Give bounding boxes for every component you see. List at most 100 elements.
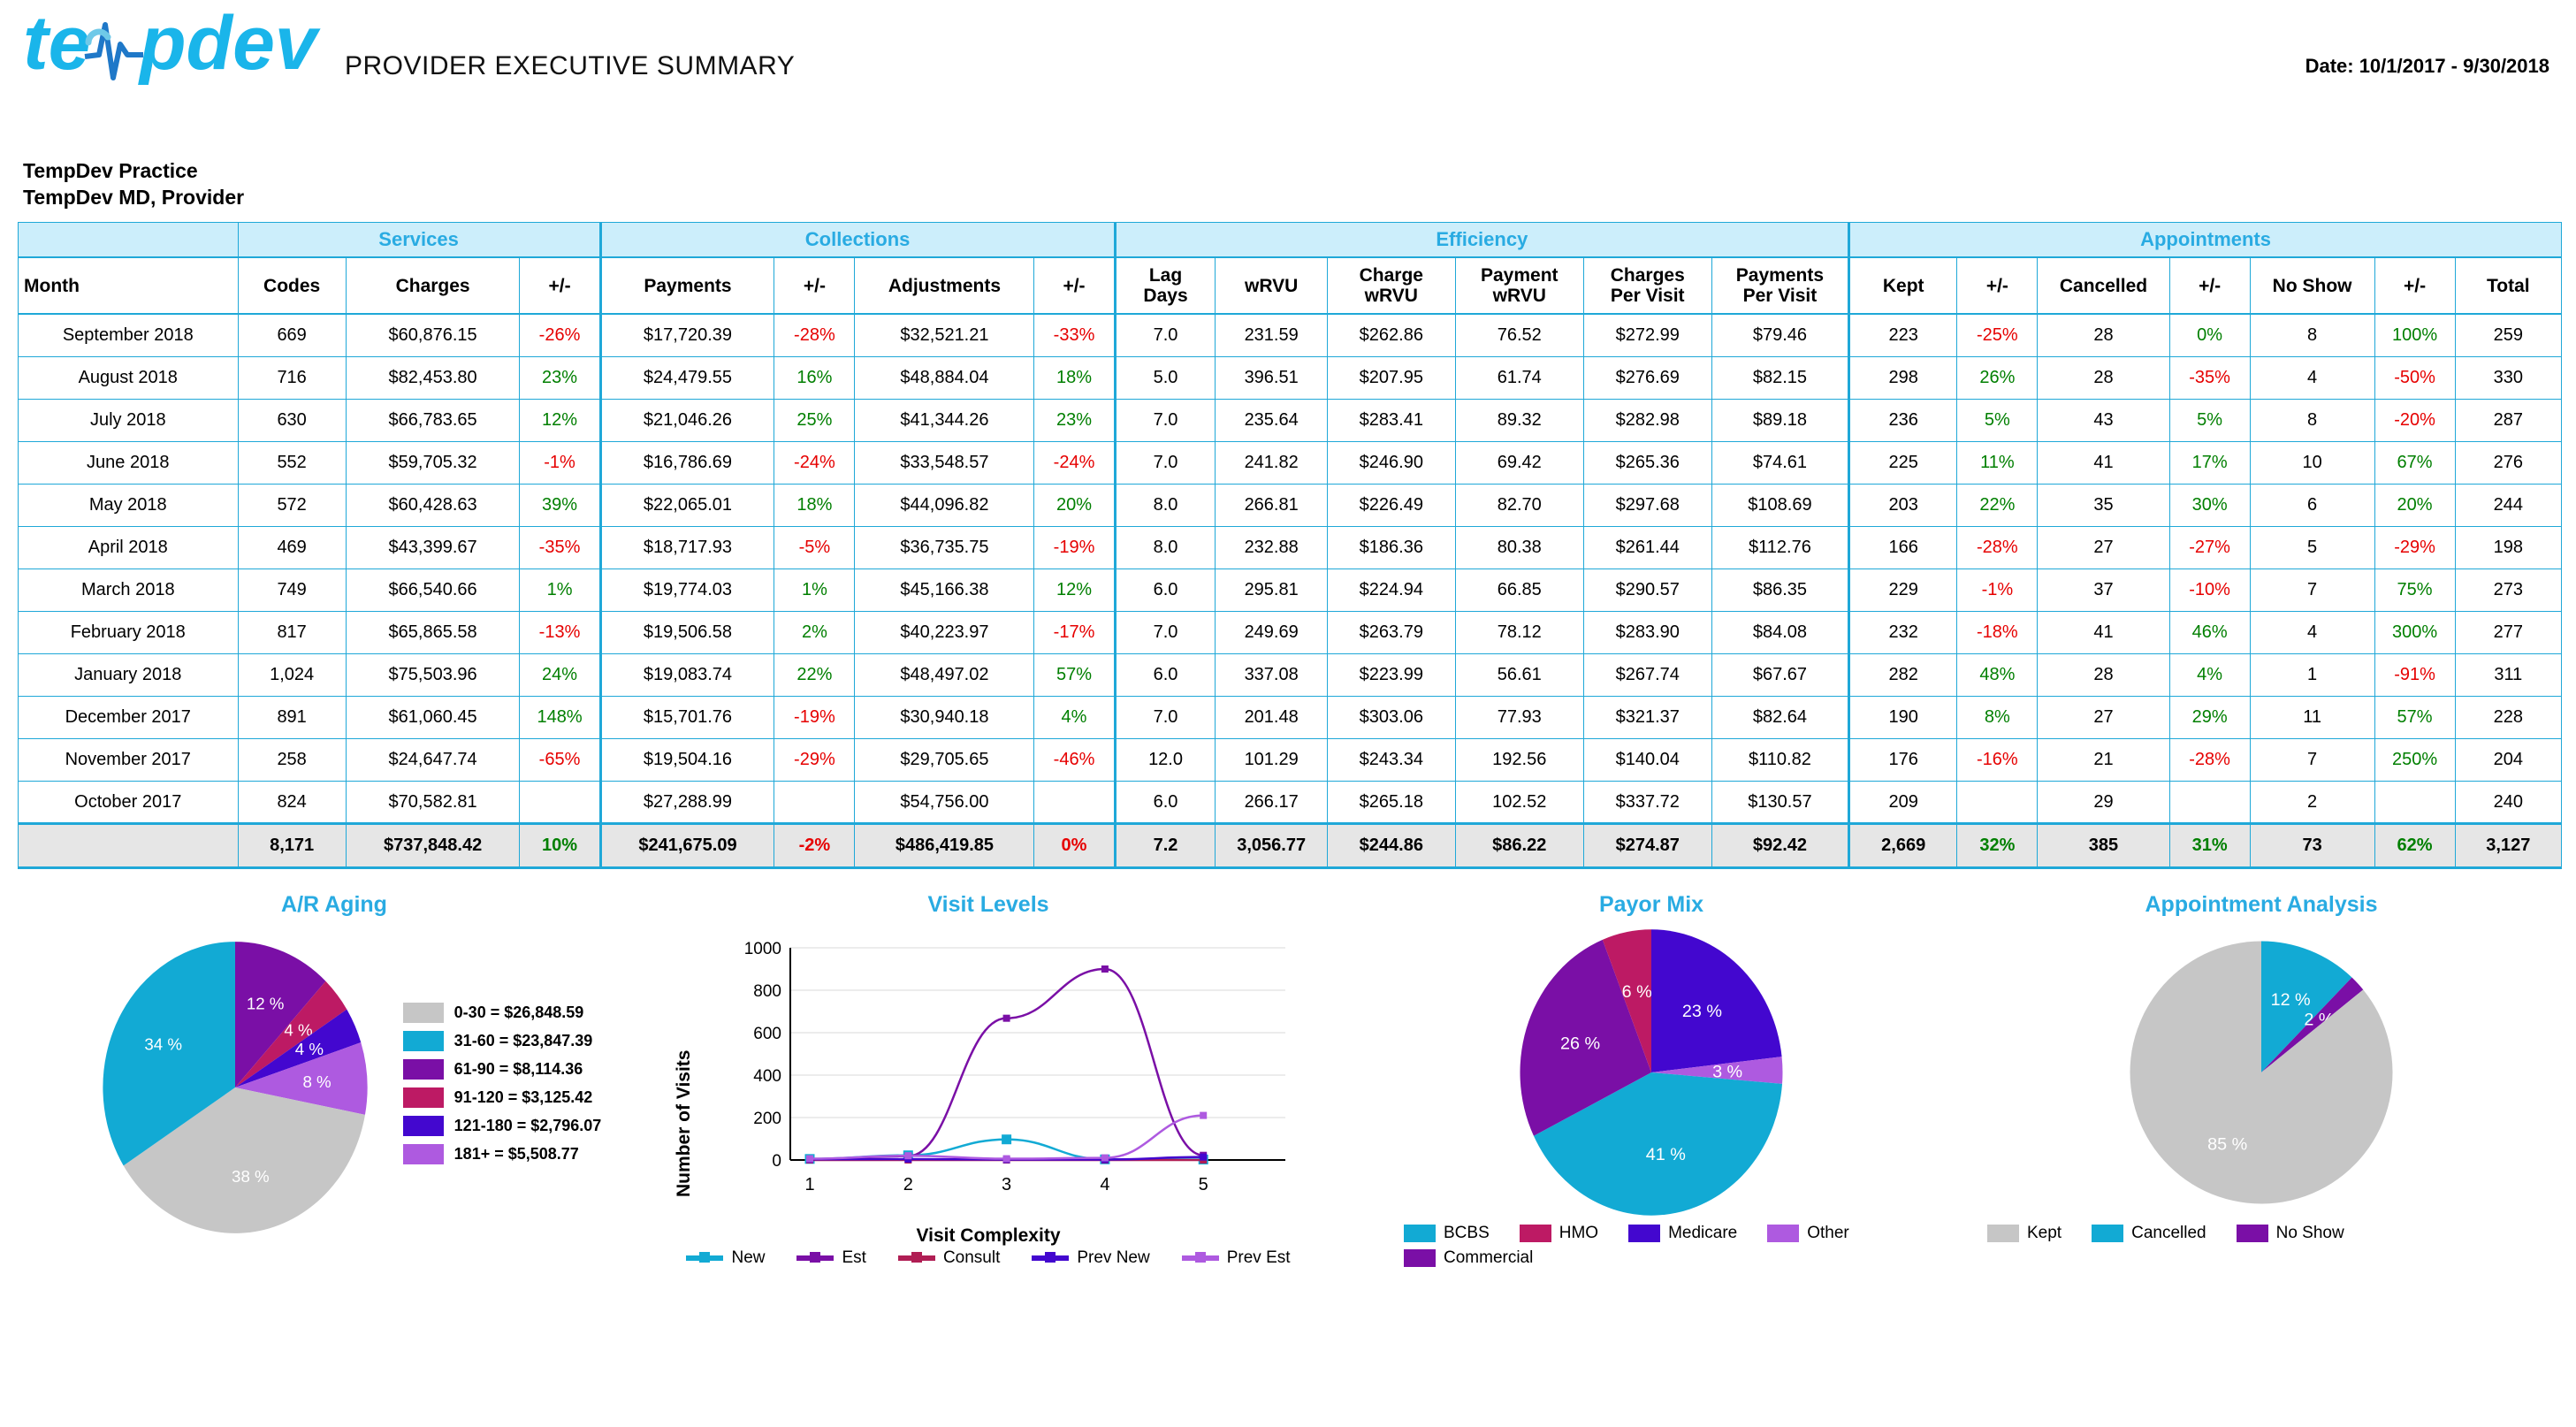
cell-charge-wrvu: $186.36 [1326, 525, 1456, 569]
cell-payments-per-visit: $84.08 [1711, 610, 1850, 654]
cell-adjustments: $36,735.75 [854, 525, 1035, 569]
provider-summary-table: Services Collections Efficiency Appointm… [18, 221, 2563, 869]
table-totals-row: 8,171 $737,848.42 10% $241,675.09 -2% $486,41… [18, 821, 2563, 869]
cell-charge-wrvu: $263.79 [1326, 610, 1456, 654]
practice-info: TempDev Practice TempDev MD, Provider [23, 157, 2560, 211]
legend-label: Kept [2027, 1223, 2062, 1242]
cell-total: 277 [2454, 610, 2563, 654]
y-axis-tick: 1000 [744, 940, 781, 958]
cell-adjustments: $48,497.02 [854, 652, 1035, 697]
pie-slice-label: 26 % [1560, 1034, 1600, 1053]
cell-no-show-delta: 75% [2374, 568, 2456, 612]
cell-codes: 716 [237, 355, 347, 400]
cell-adjustments: $486,419.85 [854, 821, 1035, 869]
cell-cancelled-delta: -10% [2168, 568, 2251, 612]
cell-charges-per-visit: $282.98 [1582, 398, 1712, 442]
cell-lag-days: 8.0 [1113, 525, 1216, 569]
group-header-collections: Collections [598, 221, 1116, 259]
column-header-lag-days: Lag Days [1113, 256, 1216, 316]
pie-slice-label: 8 % [302, 1072, 331, 1091]
cell-charges-delta: -1% [519, 440, 601, 485]
payor-mix-pie: 23 %3 %41 %26 %6 % [1520, 929, 1783, 1216]
column-header-wrvu: wRVU [1215, 256, 1328, 316]
cell-total: 240 [2454, 780, 2563, 824]
cell-no-show-delta: 67% [2374, 440, 2456, 485]
cell-payments-per-visit: $92.42 [1711, 821, 1850, 869]
cell-cancelled: 37 [2037, 568, 2170, 612]
cell-cancelled: 41 [2037, 610, 2170, 654]
column-header-cancelled-delta: +/- [2168, 256, 2251, 316]
column-header-charges-delta: +/- [519, 256, 601, 316]
cell-charges: $65,865.58 [345, 610, 521, 654]
legend-line-swatch [897, 1251, 935, 1263]
cell-kept-delta: 48% [1956, 652, 2039, 697]
cell-cancelled: 35 [2037, 483, 2170, 527]
cell-wrvu: 266.81 [1215, 483, 1328, 527]
cell-cancelled: 385 [2037, 821, 2170, 869]
y-axis-tick: 200 [753, 1110, 781, 1128]
data-point-marker [904, 1151, 912, 1159]
legend-marker-icon [699, 1251, 711, 1263]
column-header-no-show: No Show [2249, 256, 2375, 316]
cell-adjustments: $32,521.21 [854, 313, 1035, 357]
legend-label: BCBS [1444, 1223, 1490, 1242]
cell-charges-per-visit: $267.74 [1582, 652, 1712, 697]
chart-ar-aging: A/R Aging 12 % 4 % 4 % 8 % 38 % 34 % 0-30 = $… [16, 892, 652, 1273]
cell-total: 228 [2454, 695, 2563, 739]
column-header-charges: Charges [345, 256, 521, 316]
pie-slice-label: 12 % [2271, 990, 2311, 1010]
cell-charges-delta: 12% [519, 398, 601, 442]
column-header-codes: Codes [237, 256, 347, 316]
cell-charges-delta: 23% [519, 355, 601, 400]
table-group-header-row: Services Collections Efficiency Appointm… [18, 221, 2562, 259]
cell-kept: 232 [1848, 610, 1958, 654]
table-row: July 2018 630 $66,783.65 12% $21,046.26 25% $4… [18, 398, 2563, 442]
cell-lag-days: 6.0 [1113, 780, 1216, 824]
legend-swatch [402, 1115, 444, 1136]
cell-cancelled: 29 [2037, 780, 2170, 824]
column-header-kept-delta: +/- [1956, 256, 2039, 316]
cell-payments-delta: 16% [774, 355, 856, 400]
cell-lag-days: 7.0 [1113, 695, 1216, 739]
legend-item: Commercial [1404, 1248, 1533, 1268]
cell-charges-delta: 24% [519, 652, 601, 697]
legend-item: New [686, 1248, 765, 1268]
legend-swatch [402, 1058, 444, 1080]
pie-slice-label: 41 % [1646, 1145, 1686, 1164]
cell-kept: 209 [1848, 780, 1958, 824]
cell-payments-delta: -2% [774, 821, 856, 869]
visit-levels-x-axis-label: Visit Complexity [916, 1225, 1061, 1246]
pie-slice-label: 85 % [2207, 1134, 2247, 1154]
cell-payment-wrvu: 66.85 [1454, 568, 1584, 612]
cell-payments-delta: -29% [774, 737, 856, 782]
cell-kept: 176 [1848, 737, 1958, 782]
cell-adjustments-delta: 0% [1033, 821, 1116, 869]
cell-lag-days: 7.2 [1113, 821, 1216, 869]
x-axis-tick: 5 [1199, 1175, 1208, 1194]
column-header-cancelled: Cancelled [2037, 256, 2170, 316]
cell-cancelled-delta: 0% [2168, 313, 2251, 357]
cell-adjustments-delta: 57% [1033, 652, 1116, 697]
table-body: September 2018 669 $60,876.15 -26% $17,720.3… [18, 313, 2563, 869]
cell-adjustments-delta: 4% [1033, 695, 1116, 739]
pie-slice-label: 23 % [1682, 1002, 1722, 1021]
appointment-analysis-legend: Kept Cancelled No Show [1978, 1224, 2544, 1248]
cell-kept: 229 [1848, 568, 1958, 612]
legend-marker-icon [1045, 1251, 1056, 1263]
cell-cancelled-delta [2168, 780, 2251, 824]
cell-wrvu: 101.29 [1215, 737, 1328, 782]
cell-payments: $15,701.76 [598, 695, 775, 739]
legend-label: 0-30 = $26,848.59 [453, 1003, 584, 1022]
x-axis-tick: 2 [903, 1175, 913, 1194]
legend-label: HMO [1559, 1223, 1599, 1242]
cell-kept-delta: -1% [1956, 568, 2039, 612]
pie-slice-label: 6 % [1622, 982, 1652, 1002]
legend-item: 181+ = $5,508.77 [402, 1143, 602, 1164]
cell-adjustments: $29,705.65 [854, 737, 1035, 782]
cell-adjustments-delta: -19% [1033, 525, 1116, 569]
data-point-marker [1101, 965, 1109, 973]
cell-charges: $59,705.32 [345, 440, 521, 485]
cell-charges: $737,848.42 [345, 821, 521, 869]
column-header-adjustments: Adjustments [854, 256, 1035, 316]
legend-label: 181+ = $5,508.77 [453, 1145, 579, 1164]
